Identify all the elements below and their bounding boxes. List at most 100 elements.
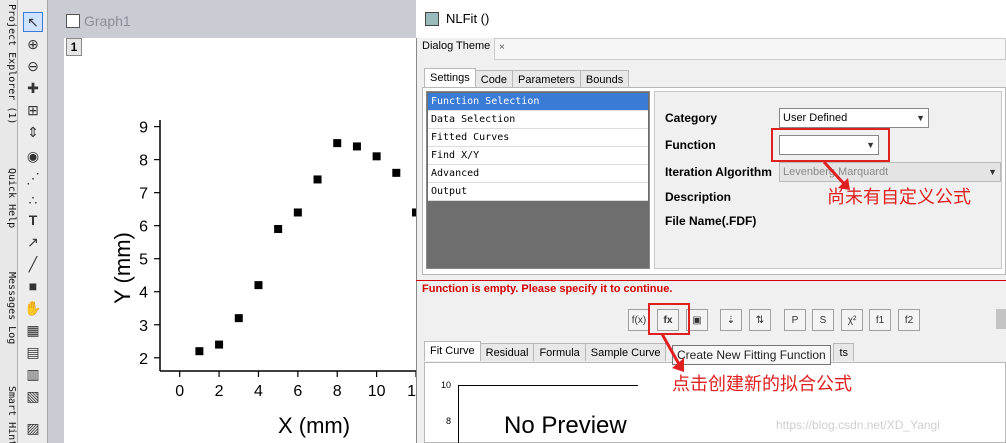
x-tick-label: 2 bbox=[215, 383, 224, 400]
y-tick-label: 6 bbox=[139, 219, 148, 236]
no-preview-text: No Preview bbox=[504, 412, 627, 439]
tool-icon-a[interactable]: ▦ bbox=[23, 320, 43, 340]
tab-fit-curve[interactable]: Fit Curve bbox=[424, 341, 481, 361]
data-point bbox=[215, 340, 224, 349]
dialog-theme-label: Dialog Theme bbox=[422, 40, 491, 52]
tab-more[interactable]: ts bbox=[833, 343, 855, 361]
tools-toolbar: ↖ ⊕ ⊖ ✚ ⊞ ⇕ ◉ ⋰ ∴ T ↗ ╱ ■ ✋ ▦ ▤ ▥ ▧ ▨ bbox=[18, 0, 48, 443]
data-point bbox=[333, 139, 342, 148]
tab-residual[interactable]: Residual bbox=[479, 343, 535, 361]
tool-icon-c[interactable]: ▥ bbox=[23, 364, 43, 384]
tab-parameters[interactable]: Parameters bbox=[512, 70, 581, 88]
s-icon[interactable]: S bbox=[812, 309, 834, 331]
graph-window-icon bbox=[66, 14, 80, 28]
tree-item-find-xy[interactable]: Find X/Y bbox=[428, 147, 648, 165]
data-points bbox=[195, 139, 416, 356]
p-icon[interactable]: P bbox=[784, 309, 806, 331]
y-tick-label: 9 bbox=[139, 120, 148, 137]
iteration-algorithm-label: Iteration Algorithm bbox=[665, 165, 772, 179]
move-icon[interactable]: ⇕ bbox=[23, 122, 43, 142]
data-point bbox=[195, 347, 204, 356]
y-tick-label: 7 bbox=[139, 186, 148, 203]
tab-messages-log[interactable]: Messages Log bbox=[1, 272, 17, 352]
graph-title[interactable]: Graph1 bbox=[48, 10, 416, 32]
zoom-out-icon[interactable]: ⊖ bbox=[23, 56, 43, 76]
watermark: https://blog.csdn.net/XD_Yangi bbox=[776, 418, 940, 432]
file-name-label: File Name(.FDF) bbox=[665, 214, 757, 228]
function-label: Function bbox=[665, 138, 716, 152]
data-reader-icon[interactable]: ⊞ bbox=[23, 100, 43, 120]
y-ticks: 2 3 4 5 6 7 8 9 bbox=[139, 120, 160, 368]
tree-item-fitted-curves[interactable]: Fitted Curves bbox=[428, 129, 648, 147]
error-divider bbox=[416, 280, 1006, 281]
crosshair-icon[interactable]: ✚ bbox=[23, 78, 43, 98]
fx-icon[interactable]: f(x) bbox=[628, 309, 650, 331]
annotation-click-create: 点击创建新的拟合公式 bbox=[672, 374, 852, 394]
tree-item-advanced[interactable]: Advanced bbox=[428, 165, 648, 183]
hand-icon[interactable]: ✋ bbox=[23, 298, 43, 318]
sort-icon[interactable]: ⇣ bbox=[720, 309, 742, 331]
tab-code[interactable]: Code bbox=[474, 70, 514, 88]
fit-one-icon[interactable]: f1 bbox=[869, 309, 891, 331]
tab-bounds[interactable]: Bounds bbox=[579, 70, 630, 88]
tab-formula[interactable]: Formula bbox=[533, 343, 586, 361]
region-icon[interactable]: ⋰ bbox=[23, 168, 43, 188]
tree-item-output[interactable]: Output bbox=[428, 183, 648, 201]
x-axis-label: X (mm) bbox=[278, 413, 350, 438]
tab-smart-hint[interactable]: Smart Hint bbox=[1, 386, 17, 443]
chevron-down-icon: ▼ bbox=[988, 167, 997, 177]
data-point bbox=[352, 142, 361, 151]
pointer-icon[interactable]: ↖ bbox=[23, 12, 43, 32]
iteration-algorithm-select: Levenberg Marquardt ▼ bbox=[779, 162, 1001, 182]
tool-icon-b[interactable]: ▤ bbox=[23, 342, 43, 362]
y-tick-label: 3 bbox=[139, 318, 148, 335]
zoom-in-icon[interactable]: ⊕ bbox=[23, 34, 43, 54]
settings-tree: Function Selection Data Selection Fitted… bbox=[426, 91, 650, 269]
tooltip: Create New Fitting Function bbox=[672, 345, 831, 365]
tab-project-explorer[interactable]: Project Explorer (1) bbox=[1, 4, 17, 130]
reverse-icon[interactable]: ⇅ bbox=[749, 309, 771, 331]
chevron-down-icon: ▼ bbox=[916, 113, 925, 123]
tab-quick-help[interactable]: Quick Help bbox=[1, 168, 17, 238]
fit-two-icon[interactable]: f2 bbox=[898, 309, 920, 331]
x-tick-label: 10 bbox=[368, 383, 386, 400]
error-message: Function is empty. Please specify it to … bbox=[422, 283, 673, 295]
data-point bbox=[234, 314, 243, 323]
highlight-create-button bbox=[648, 303, 690, 335]
chi-square-icon[interactable]: χ² bbox=[841, 309, 863, 331]
annotation-no-custom-formula: 尚未有自定义公式 bbox=[827, 187, 971, 207]
text-tool-icon[interactable]: T bbox=[23, 210, 43, 230]
tab-settings[interactable]: Settings bbox=[424, 68, 476, 88]
rectangle-tool-icon[interactable]: ■ bbox=[23, 276, 43, 296]
preview-tick-8: 8 bbox=[446, 416, 452, 426]
y-tick-label: 8 bbox=[139, 153, 148, 170]
category-value: User Defined bbox=[783, 112, 848, 124]
nlfit-icon bbox=[425, 12, 439, 26]
scrollbar-handle[interactable] bbox=[996, 309, 1006, 329]
line-tool-icon[interactable]: ╱ bbox=[23, 254, 43, 274]
x-tick-label: 4 bbox=[254, 383, 263, 400]
x-tick-label: 0 bbox=[175, 383, 184, 400]
highlight-function-box bbox=[771, 128, 890, 162]
data-point bbox=[254, 281, 263, 290]
x-ticks: 0 2 4 6 8 10 12 bbox=[175, 371, 416, 400]
dock-strip: Project Explorer (1) Quick Help Messages… bbox=[0, 0, 18, 443]
x-tick-label: 8 bbox=[333, 383, 342, 400]
tool-icon-e[interactable]: ▨ bbox=[23, 418, 43, 438]
preview-tick-10: 10 bbox=[441, 380, 452, 390]
arrow-tool-icon[interactable]: ↗ bbox=[23, 232, 43, 252]
draw-data-icon[interactable]: ∴ bbox=[23, 190, 43, 210]
dialog-theme-select[interactable]: × bbox=[494, 38, 1006, 60]
tree-item-function-selection[interactable]: Function Selection bbox=[428, 93, 648, 111]
y-tick-label: 2 bbox=[139, 351, 148, 368]
y-tick-label: 5 bbox=[139, 252, 148, 269]
data-point bbox=[274, 224, 283, 233]
data-point bbox=[313, 175, 322, 184]
x-tick-label: 12 bbox=[407, 383, 416, 400]
tool-icon-d[interactable]: ▧ bbox=[23, 386, 43, 406]
data-point bbox=[293, 208, 302, 217]
tree-item-data-selection[interactable]: Data Selection bbox=[428, 111, 648, 129]
mask-icon[interactable]: ◉ bbox=[23, 146, 43, 166]
scatter-plot[interactable]: 0 2 4 6 8 10 12 2 3 4 5 6 7 8 9 X (mm) Y (mm) bbox=[64, 38, 416, 443]
category-select[interactable]: User Defined ▼ bbox=[779, 108, 929, 128]
